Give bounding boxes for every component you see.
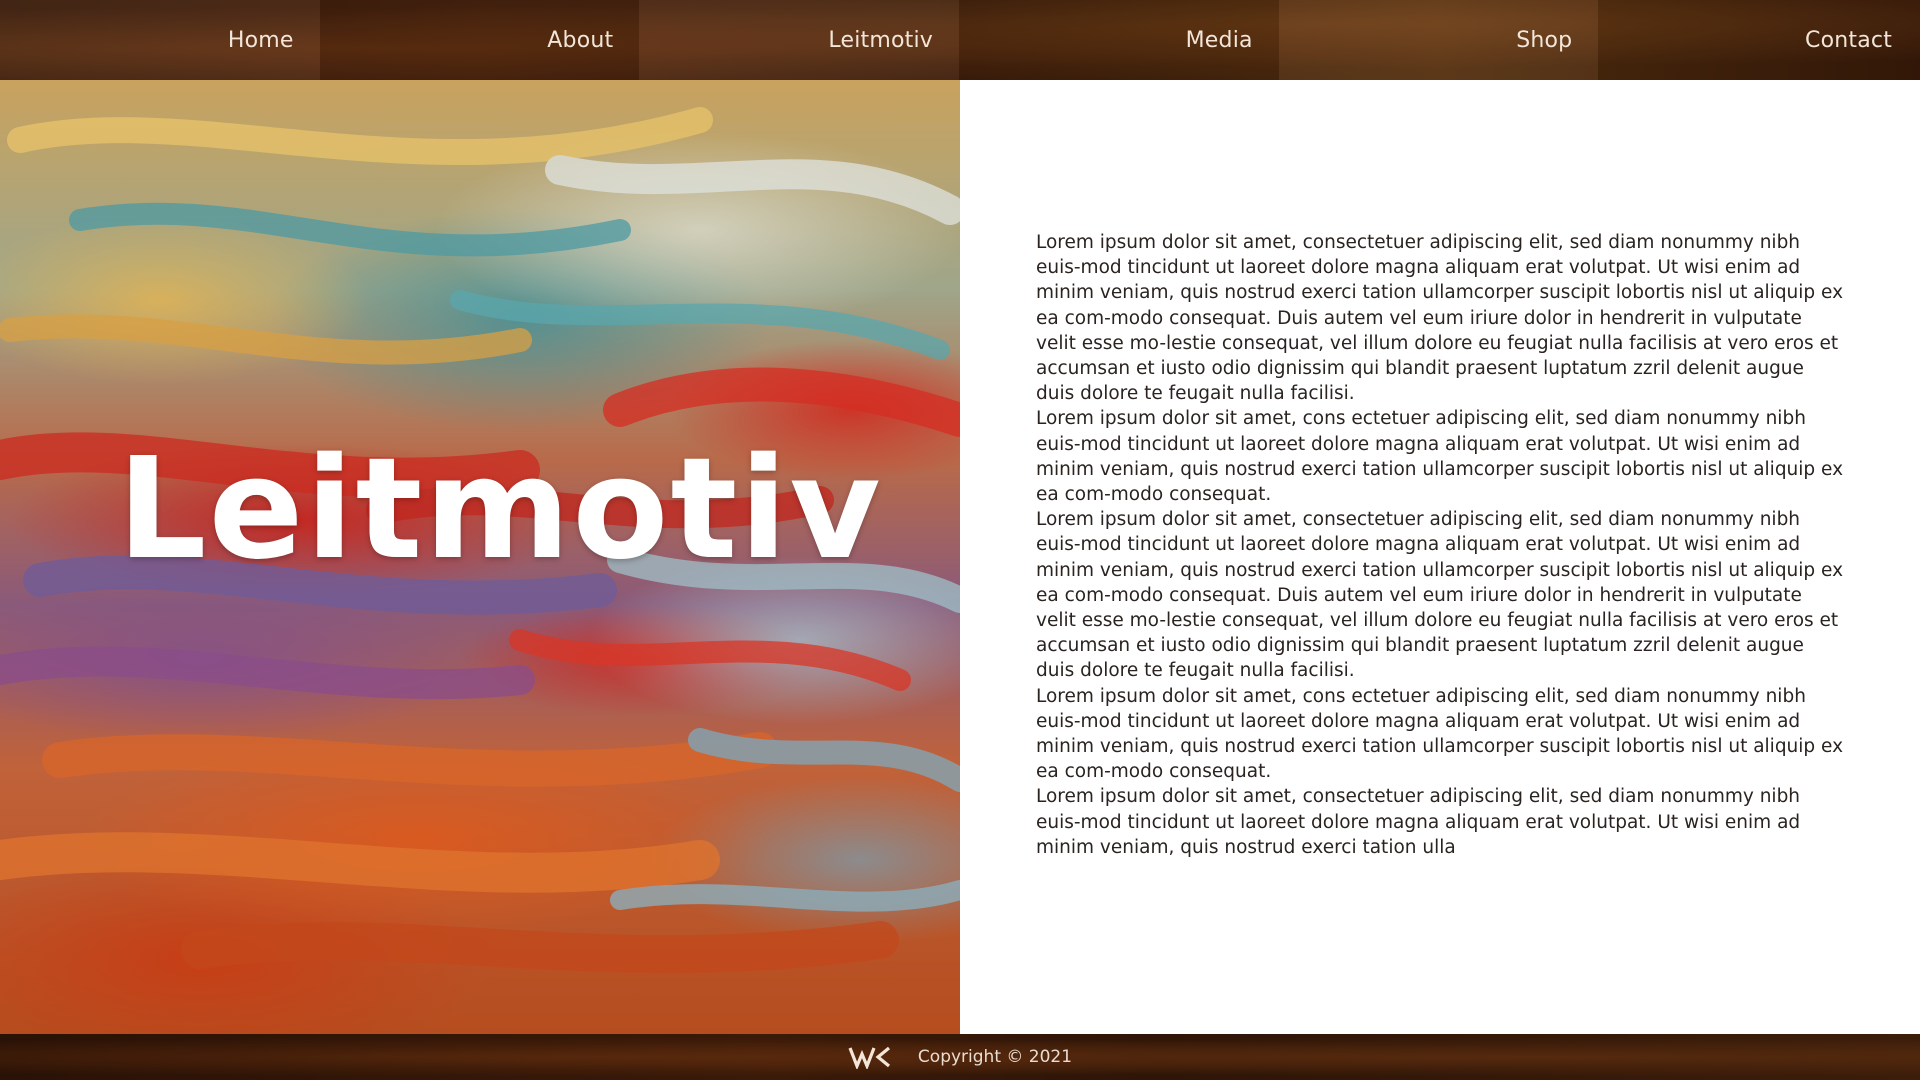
nav-item-leitmotiv[interactable]: Leitmotiv xyxy=(639,0,960,80)
body-text: Lorem ipsum dolor sit amet, consectetuer… xyxy=(1036,230,1846,860)
paragraph: Lorem ipsum dolor sit amet, cons ectetue… xyxy=(1036,685,1844,783)
footer: Copyright © 2021 xyxy=(0,1034,1920,1080)
paragraph: Lorem ipsum dolor sit amet, consectetuer… xyxy=(1036,509,1844,682)
hero-title: Leitmotiv xyxy=(117,428,883,591)
copyright-text: Copyright © 2021 xyxy=(917,1047,1073,1067)
nav-item-contact[interactable]: Contact xyxy=(1598,0,1920,80)
top-navigation: Home About Leitmotiv Media Shop Contact xyxy=(0,0,1920,80)
nav-item-about[interactable]: About xyxy=(319,0,640,80)
paragraph: Lorem ipsum dolor sit amet, consectetuer… xyxy=(1036,786,1801,858)
hero-painting: Leitmotiv xyxy=(0,80,960,1034)
nav-item-home[interactable]: Home xyxy=(0,0,320,80)
paragraph: Lorem ipsum dolor sit amet, cons ectetue… xyxy=(1036,408,1844,506)
wk-logo-icon xyxy=(848,1046,890,1069)
nav-item-media[interactable]: Media xyxy=(959,0,1279,80)
nav-item-shop[interactable]: Shop xyxy=(1278,0,1599,80)
paragraph: Lorem ipsum dolor sit amet, consectetuer… xyxy=(1036,232,1844,405)
content-panel: Lorem ipsum dolor sit amet, consectetuer… xyxy=(960,80,1920,1034)
